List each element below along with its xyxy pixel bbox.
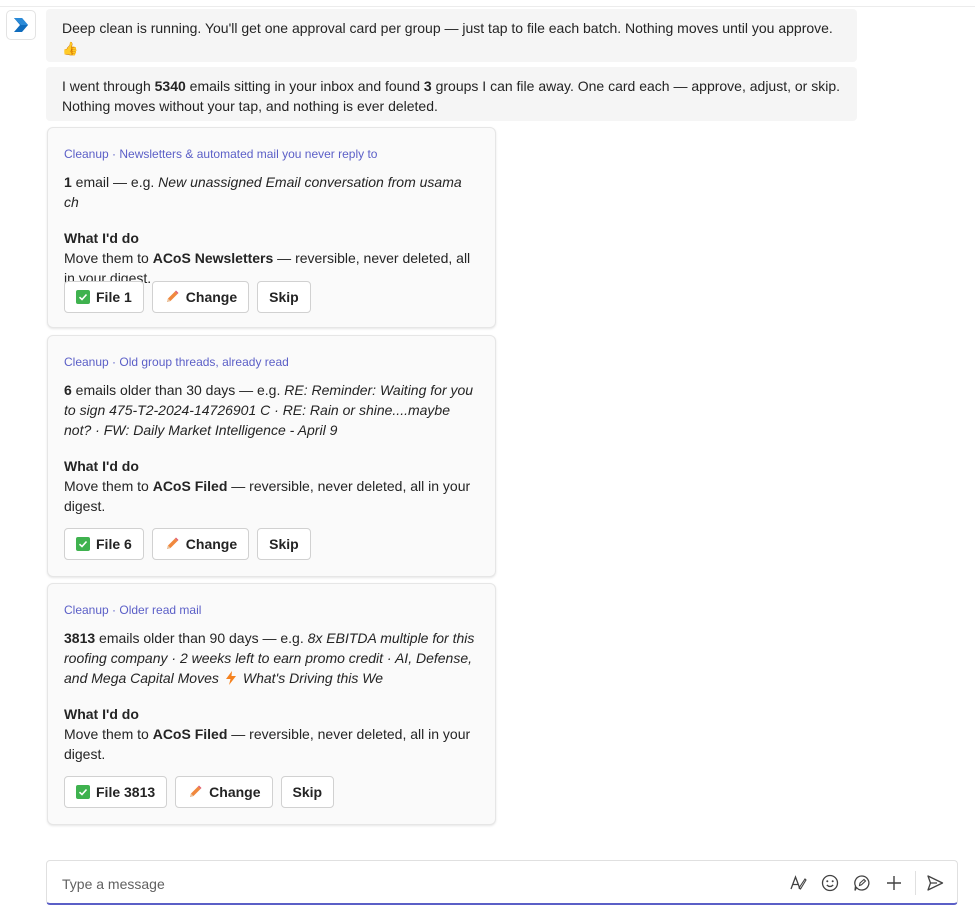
card-count: 6 xyxy=(64,382,72,398)
card-what-title: What I'd do xyxy=(64,230,139,246)
card-examples-tail: What's Driving this We xyxy=(242,670,383,686)
card-desc-text: emails older than 30 days — e.g. xyxy=(71,382,285,398)
change-button-label: Change xyxy=(209,784,261,800)
bot-avatar[interactable] xyxy=(6,10,36,40)
folder-name: ACoS Newsletters xyxy=(152,250,274,266)
card-what-title: What I'd do xyxy=(64,458,139,474)
message-input[interactable] xyxy=(60,872,664,896)
send-icon[interactable] xyxy=(925,873,945,893)
card-header: Cleanup · Newsletters & automated mail y… xyxy=(64,147,378,161)
copilot-logo-icon xyxy=(14,18,28,32)
card-buttons: File 1 Change Skip xyxy=(64,281,311,313)
file-button[interactable]: File 1 xyxy=(64,281,144,313)
skip-button-label: Skip xyxy=(292,784,323,800)
change-button[interactable]: Change xyxy=(151,528,250,560)
card-action: Move them to ACoS Filed — reversible, ne… xyxy=(64,724,479,764)
file-button[interactable]: File 3813 xyxy=(64,776,168,808)
emoji-icon[interactable] xyxy=(820,873,840,893)
skip-button[interactable]: Skip xyxy=(257,281,311,313)
card-description: 3813 emails older than 90 days — e.g. 8x… xyxy=(64,628,479,688)
cleanup-card-group-threads: Cleanup · Old group threads, already rea… xyxy=(47,335,496,577)
card-what-title: What I'd do xyxy=(64,706,139,722)
message-deep-clean: Deep clean is running. You'll get one ap… xyxy=(46,9,857,62)
card-action-text: Move them to xyxy=(64,478,153,494)
card-desc-text: email — e.g. xyxy=(71,174,159,190)
email-count: 5340 xyxy=(154,78,186,94)
change-button-label: Change xyxy=(185,289,238,305)
file-button-label: File 3813 xyxy=(96,784,156,800)
file-button-label: File 6 xyxy=(96,536,132,552)
card-count: 1 xyxy=(64,174,72,190)
folder-name: ACoS Filed xyxy=(152,478,228,494)
plus-icon[interactable] xyxy=(884,873,904,893)
pencil-icon xyxy=(187,784,203,800)
skip-button[interactable]: Skip xyxy=(257,528,311,560)
card-description: 1 email — e.g. New unassigned Email conv… xyxy=(64,172,479,212)
lightning-icon xyxy=(225,671,237,685)
change-button[interactable]: Change xyxy=(175,776,273,808)
card-count: 3813 xyxy=(64,630,96,646)
message-text: Deep clean is running. You'll get one ap… xyxy=(62,20,833,36)
card-desc-text: emails older than 90 days — e.g. xyxy=(95,630,308,646)
format-icon[interactable] xyxy=(788,873,808,893)
file-button[interactable]: File 6 xyxy=(64,528,144,560)
top-divider xyxy=(0,6,975,7)
check-box-icon xyxy=(76,785,90,799)
loop-icon[interactable] xyxy=(852,873,872,893)
message-text: emails sitting in your inbox and found xyxy=(185,78,424,94)
change-button[interactable]: Change xyxy=(151,281,250,313)
composer-separator xyxy=(915,871,916,895)
card-action-text: Move them to xyxy=(64,726,153,742)
card-buttons: File 6 Change Skip xyxy=(64,528,311,560)
pencil-icon xyxy=(164,289,180,305)
card-header: Cleanup · Older read mail xyxy=(64,603,202,617)
message-summary: I went through 5340 emails sitting in yo… xyxy=(46,67,857,121)
thumbs-up-icon: 👍 xyxy=(62,41,79,56)
cleanup-card-newsletters: Cleanup · Newsletters & automated mail y… xyxy=(47,127,496,328)
check-box-icon xyxy=(76,290,90,304)
group-count: 3 xyxy=(423,78,432,94)
check-box-icon xyxy=(76,537,90,551)
change-button-label: Change xyxy=(185,536,238,552)
message-text: I went through xyxy=(62,78,155,94)
card-action-text: Move them to xyxy=(64,250,153,266)
pencil-icon xyxy=(164,536,180,552)
message-composer xyxy=(46,860,958,905)
card-description: 6 emails older than 30 days — e.g. RE: R… xyxy=(64,380,479,440)
file-button-label: File 1 xyxy=(96,289,132,305)
skip-button[interactable]: Skip xyxy=(280,776,335,808)
folder-name: ACoS Filed xyxy=(152,726,228,742)
cleanup-card-older-read: Cleanup · Older read mail 3813 emails ol… xyxy=(47,583,496,825)
card-header: Cleanup · Old group threads, already rea… xyxy=(64,355,289,369)
card-action: Move them to ACoS Filed — reversible, ne… xyxy=(64,476,479,516)
skip-button-label: Skip xyxy=(269,289,299,305)
skip-button-label: Skip xyxy=(269,536,299,552)
card-buttons: File 3813 Change Skip xyxy=(64,776,335,808)
